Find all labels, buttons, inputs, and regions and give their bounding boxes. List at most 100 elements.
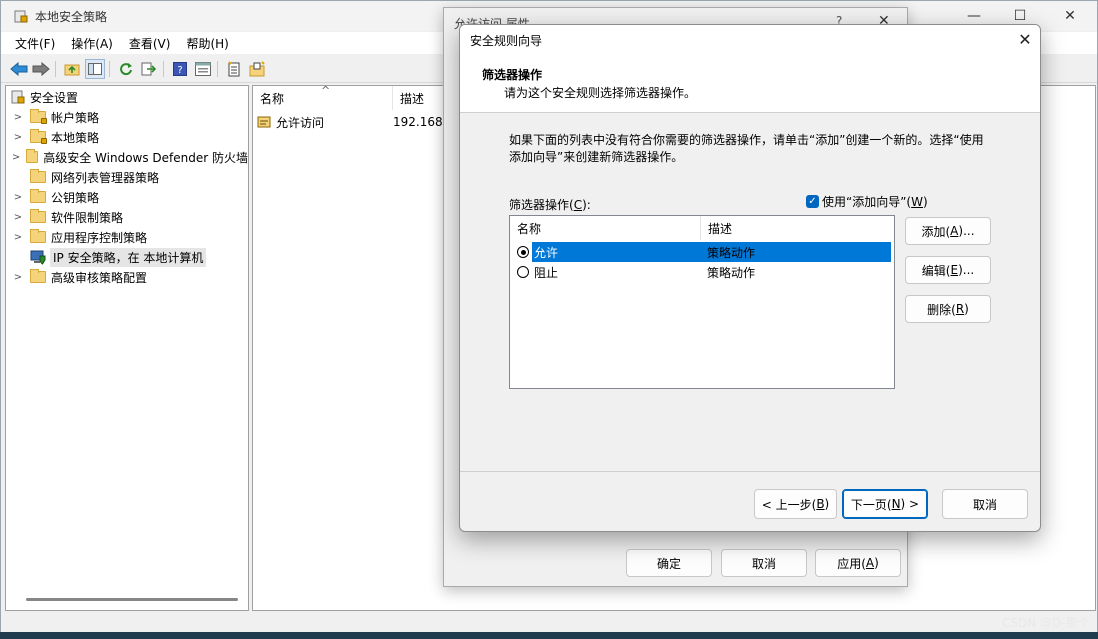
filter-column-name[interactable]: 名称 bbox=[510, 216, 701, 240]
tree-item-app-control[interactable]: > 应用程序控制策略 bbox=[6, 227, 248, 247]
wizard-close-icon[interactable]: ✕ bbox=[1010, 25, 1040, 53]
wizard-cancel-button[interactable]: 取消 bbox=[942, 489, 1028, 519]
wizard-description: 如果下面的列表中没有符合你需要的筛选器操作，请单击“添加”创建一个新的。选择“使… bbox=[509, 133, 984, 164]
chevron-right-icon[interactable]: > bbox=[11, 232, 25, 243]
chevron-right-icon[interactable]: > bbox=[11, 152, 21, 163]
wizard-header: 筛选器操作 请为这个安全规则选择筛选器操作。 bbox=[460, 53, 1040, 113]
filter-actions-label: 筛选器操作(C): bbox=[509, 198, 591, 212]
tree-pane: 安全设置 > 帐户策略 > 本地策略 > 高级安全 Windows Defend… bbox=[5, 85, 249, 611]
forward-arrow-icon[interactable] bbox=[31, 59, 51, 79]
ok-button[interactable]: 确定 bbox=[626, 549, 712, 577]
wizard-title-bar[interactable]: 安全规则向导 ✕ bbox=[460, 25, 1040, 53]
main-window-title: 本地安全策略 bbox=[35, 10, 108, 24]
tree-item-local-policies[interactable]: > 本地策略 bbox=[6, 127, 248, 147]
wizard-title: 安全规则向导 bbox=[470, 34, 543, 48]
show-tree-icon[interactable] bbox=[85, 59, 105, 79]
chevron-right-icon[interactable]: > bbox=[11, 272, 25, 283]
chevron-right-icon[interactable]: > bbox=[11, 132, 25, 143]
tree-root-label: 安全设置 bbox=[30, 90, 79, 105]
help-icon[interactable]: ? bbox=[170, 59, 190, 79]
security-policy-app-icon bbox=[14, 10, 28, 23]
wizard-footer-divider bbox=[460, 471, 1040, 472]
tree-item-advanced-audit[interactable]: > 高级审核策略配置 bbox=[6, 267, 248, 287]
tree-item-firewall[interactable]: > 高级安全 Windows Defender 防火墙 bbox=[6, 147, 248, 167]
tree-item-ip-security[interactable]: IP 安全策略，在 本地计算机 bbox=[6, 247, 248, 267]
new-policy-icon[interactable] bbox=[224, 59, 244, 79]
security-rule-wizard: 安全规则向导 ✕ 筛选器操作 请为这个安全规则选择筛选器操作。 如果下面的列表中… bbox=[459, 24, 1041, 532]
checkbox-checked-icon[interactable]: ✓ bbox=[806, 195, 819, 208]
add-button[interactable]: 添加(A)... bbox=[905, 217, 991, 245]
menu-file[interactable]: 文件(F) bbox=[15, 35, 55, 52]
tree-item-label: 应用程序控制策略 bbox=[51, 230, 148, 245]
chevron-right-icon[interactable]: > bbox=[11, 192, 25, 203]
tree-item-label: 网络列表管理器策略 bbox=[51, 170, 160, 185]
tree-item-account-policies[interactable]: > 帐户策略 bbox=[6, 107, 248, 127]
locked-folder-icon bbox=[30, 109, 47, 124]
filter-action-name: 允许 bbox=[532, 242, 701, 262]
wizard-subheading: 请为这个安全规则选择筛选器操作。 bbox=[504, 86, 697, 100]
remove-button[interactable]: 删除(R) bbox=[905, 295, 991, 323]
wizard-heading: 筛选器操作 bbox=[482, 68, 543, 82]
tree-item-label: 公钥策略 bbox=[51, 190, 100, 205]
policy-item-icon bbox=[257, 116, 271, 128]
up-folder-icon[interactable] bbox=[62, 59, 82, 79]
chevron-right-icon[interactable]: > bbox=[11, 212, 25, 223]
tree-item-public-key[interactable]: > 公钥策略 bbox=[6, 187, 248, 207]
next-button[interactable]: 下一页(N) > bbox=[842, 489, 928, 519]
toolbar-separator bbox=[55, 61, 56, 77]
tree-item-label: IP 安全策略，在 本地计算机 bbox=[50, 247, 207, 267]
folder-icon bbox=[30, 209, 46, 223]
export-list-icon[interactable] bbox=[139, 59, 159, 79]
filter-action-row-block[interactable]: 阻止 策略动作 bbox=[510, 262, 894, 282]
filter-actions-list[interactable]: 名称 描述 允许 策略动作 阻止 策略动作 bbox=[509, 215, 895, 389]
properties-cancel-button[interactable]: 取消 bbox=[721, 549, 807, 577]
close-icon[interactable]: ✕ bbox=[1047, 1, 1093, 31]
toolbar-separator bbox=[163, 61, 164, 77]
sort-arrow-icon: ^ bbox=[321, 84, 331, 97]
filter-action-row-allow[interactable]: 允许 策略动作 bbox=[510, 242, 894, 262]
toolbar-separator bbox=[109, 61, 110, 77]
folder-icon bbox=[30, 169, 46, 183]
folder-icon bbox=[30, 269, 46, 283]
watermark: CSDN @D-那个 bbox=[1002, 616, 1090, 630]
properties-view-icon[interactable] bbox=[193, 59, 213, 79]
folder-icon bbox=[30, 189, 46, 203]
filter-action-desc: 策略动作 bbox=[701, 242, 891, 262]
tree-item-label: 本地策略 bbox=[51, 130, 100, 145]
menu-view[interactable]: 查看(V) bbox=[129, 35, 171, 52]
tree-item-label: 高级安全 Windows Defender 防火墙 bbox=[43, 150, 248, 165]
use-add-wizard-checkbox[interactable]: ✓ 使用“添加向导”(W) bbox=[806, 193, 928, 210]
menu-help[interactable]: 帮助(H) bbox=[186, 35, 228, 52]
back-arrow-icon[interactable] bbox=[9, 59, 29, 79]
manage-filter-icon[interactable] bbox=[247, 59, 267, 79]
radio-unselected-icon[interactable] bbox=[517, 266, 529, 278]
tree-horizontal-scrollbar[interactable] bbox=[26, 598, 238, 601]
tree-item-software-restriction[interactable]: > 软件限制策略 bbox=[6, 207, 248, 227]
apply-button[interactable]: 应用(A) bbox=[815, 549, 901, 577]
computer-shield-icon bbox=[30, 250, 46, 265]
filter-action-name: 阻止 bbox=[534, 265, 559, 280]
list-cell-name: 允许访问 bbox=[276, 115, 325, 130]
tree-root[interactable]: 安全设置 bbox=[6, 87, 248, 107]
back-button[interactable]: < 上一步(B) bbox=[754, 489, 837, 519]
tree-item-label: 软件限制策略 bbox=[51, 210, 124, 225]
use-add-wizard-label: 使用“添加向导”(W) bbox=[822, 195, 928, 209]
toolbar-separator bbox=[217, 61, 218, 77]
status-bar bbox=[1, 611, 1097, 632]
folder-icon bbox=[26, 149, 39, 163]
tree-item-label: 帐户策略 bbox=[51, 110, 100, 125]
svg-text:?: ? bbox=[177, 65, 182, 76]
chevron-right-icon[interactable]: > bbox=[11, 112, 25, 123]
list-cell-desc: 192.168 bbox=[393, 115, 443, 129]
security-settings-icon bbox=[11, 90, 25, 104]
filter-column-description[interactable]: 描述 bbox=[701, 216, 894, 240]
tree-item-network-list[interactable]: 网络列表管理器策略 bbox=[6, 167, 248, 187]
tree-item-label: 高级审核策略配置 bbox=[51, 270, 148, 285]
radio-selected-icon[interactable] bbox=[517, 246, 529, 258]
filter-action-desc: 策略动作 bbox=[707, 265, 756, 280]
folder-icon bbox=[30, 229, 46, 243]
refresh-icon[interactable] bbox=[116, 59, 136, 79]
edit-button[interactable]: 编辑(E)... bbox=[905, 256, 991, 284]
menu-action[interactable]: 操作(A) bbox=[71, 35, 113, 52]
locked-folder-icon bbox=[30, 129, 47, 144]
